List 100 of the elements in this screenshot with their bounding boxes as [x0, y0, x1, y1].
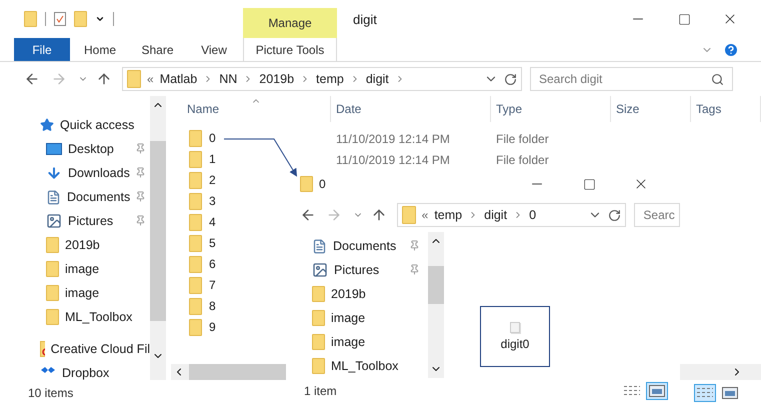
view-toggle[interactable]: [646, 382, 668, 400]
folder-icon: [127, 70, 141, 88]
folder-icon: [46, 236, 59, 254]
thumbnail-view-icon: [649, 384, 665, 396]
sidebar-item[interactable]: Quick access: [60, 118, 134, 132]
star-icon: [40, 118, 54, 132]
up-icon[interactable]: [96, 71, 112, 87]
overflow-mark: «: [147, 72, 154, 86]
up-icon[interactable]: [370, 207, 387, 223]
scroll-thumb[interactable]: [428, 266, 444, 304]
sidebar-item[interactable]: Desktop: [68, 142, 114, 156]
breadcrumb[interactable]: temp: [434, 208, 462, 222]
details-view-icon: [697, 386, 713, 398]
file-name[interactable]: 0: [209, 131, 216, 146]
breadcrumb[interactable]: digit: [366, 72, 389, 86]
breadcrumb[interactable]: temp: [316, 72, 344, 86]
scrollbar[interactable]: [150, 96, 166, 380]
file-name[interactable]: 2: [209, 173, 216, 188]
back-icon[interactable]: [300, 207, 316, 223]
file-name[interactable]: 9: [209, 320, 216, 334]
folder-icon: [189, 214, 202, 231]
folder-icon: [46, 308, 59, 326]
sidebar-item[interactable]: ML_Toolbox: [65, 310, 132, 324]
folder-icon: [189, 256, 202, 273]
folder-icon: [189, 298, 202, 315]
sidebar-item[interactable]: Downloads: [68, 166, 130, 180]
breadcrumb[interactable]: digit: [484, 208, 508, 222]
back-icon[interactable]: [24, 71, 40, 87]
file-name[interactable]: 8: [209, 299, 216, 314]
column-header[interactable]: Tags: [691, 96, 761, 122]
breadcrumb[interactable]: 0: [529, 208, 536, 222]
overflow-mark: «: [422, 208, 428, 222]
search-icon: [711, 72, 724, 86]
sidebar-item[interactable]: Pictures: [68, 214, 114, 228]
scroll-thumb[interactable]: [189, 364, 286, 380]
column-header[interactable]: Date: [331, 96, 491, 122]
pin-icon: [135, 191, 146, 202]
search-field[interactable]: Searc: [634, 203, 680, 227]
refresh-icon[interactable]: [608, 208, 622, 222]
sidebar-item[interactable]: image: [331, 311, 366, 325]
folder-icon: [189, 277, 202, 294]
sidebar-item[interactable]: ML_Toolbox: [331, 359, 398, 373]
file-name[interactable]: 7: [209, 278, 216, 292]
folder-icon: [46, 260, 59, 278]
address-bar[interactable]: « Matlab NN 2019b temp digit: [122, 67, 522, 91]
maximize-icon[interactable]: [582, 178, 596, 190]
folder-icon: [189, 151, 202, 168]
maximize-icon[interactable]: [678, 12, 690, 26]
sidebar-item[interactable]: Documents: [67, 190, 130, 204]
pin-icon: [135, 215, 146, 226]
properties-icon[interactable]: [54, 12, 66, 26]
horizontal-scrollbar[interactable]: [680, 364, 761, 380]
desktop-icon: [46, 142, 62, 156]
scrollbar[interactable]: [428, 232, 444, 378]
picture-icon: [46, 213, 62, 229]
sidebar-item[interactable]: 2019b: [331, 287, 366, 301]
ribbon-tab[interactable]: File: [14, 38, 70, 61]
file-name[interactable]: 3: [209, 194, 216, 208]
column-header[interactable]: Name: [171, 96, 331, 122]
file-name[interactable]: 1: [209, 152, 216, 166]
breadcrumb[interactable]: Matlab: [160, 72, 198, 86]
column-header[interactable]: Type: [491, 96, 611, 122]
ribbon-tab[interactable]: Picture Tools: [243, 38, 337, 61]
file-tile[interactable]: digit0: [480, 306, 550, 367]
sidebar-item[interactable]: Dropbox: [62, 366, 110, 380]
sidebar-item[interactable]: Documents: [333, 239, 396, 253]
help-icon[interactable]: [723, 42, 739, 58]
customize-icon[interactable]: [95, 14, 105, 24]
address-bar[interactable]: « temp digit 0: [396, 203, 626, 227]
folder-icon: [312, 358, 325, 374]
pin-icon: [135, 167, 146, 178]
picture-icon: [312, 262, 328, 278]
file-name[interactable]: 6: [209, 257, 216, 272]
sidebar-item[interactable]: image: [65, 286, 100, 300]
folder-icon: [312, 334, 325, 350]
folder-icon: [300, 176, 313, 192]
sidebar-item[interactable]: image: [65, 262, 100, 276]
sidebar-item[interactable]: image: [331, 335, 366, 349]
file-name[interactable]: 4: [209, 215, 216, 230]
ribbon-tab[interactable]: Home: [70, 38, 130, 61]
scroll-thumb[interactable]: [150, 140, 166, 320]
ribbon-tab[interactable]: Share: [130, 38, 185, 61]
view-toggle[interactable]: [694, 384, 716, 402]
date-cell-text: 11/10/2019 12:14 PM: [335, 132, 451, 146]
thumbnail-view-icon: [722, 386, 738, 398]
cloud-icon: [40, 341, 45, 357]
refresh-icon[interactable]: [504, 72, 517, 86]
breadcrumb[interactable]: NN: [219, 72, 238, 86]
sidebar-item[interactable]: Creative Cloud Fil: [50, 342, 150, 356]
folder-icon: [189, 319, 202, 336]
horizontal-scrollbar[interactable]: [171, 364, 286, 380]
item-count: 1 item: [304, 384, 337, 398]
pin-icon: [409, 264, 420, 275]
file-name[interactable]: 5: [209, 236, 216, 250]
ribbon-tab[interactable]: View: [185, 38, 243, 61]
sidebar-item[interactable]: 2019b: [65, 238, 100, 252]
search-field[interactable]: Search digit: [530, 67, 733, 91]
breadcrumb[interactable]: 2019b: [259, 72, 294, 86]
column-header[interactable]: Size: [611, 96, 691, 122]
sidebar-item[interactable]: Pictures: [334, 263, 380, 277]
